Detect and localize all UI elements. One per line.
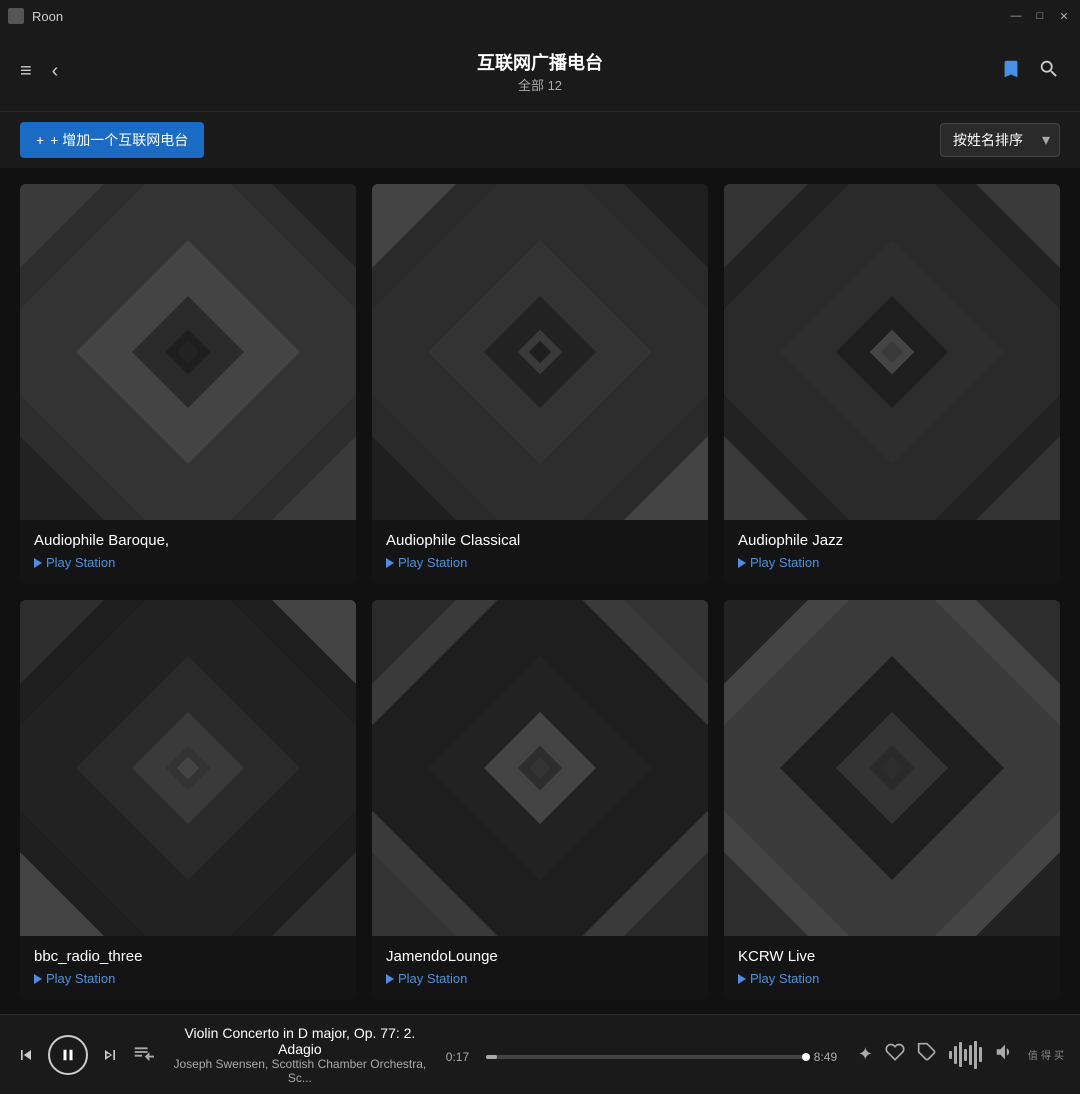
add-station-button[interactable]: + + 增加一个互联网电台: [20, 122, 204, 158]
station-grid-container: Audiophile Baroque, Play Station Audiophi…: [0, 168, 1080, 1014]
station-card[interactable]: Audiophile Baroque, Play Station: [20, 184, 356, 584]
window-controls: — □ ✕: [1008, 8, 1072, 24]
station-grid: Audiophile Baroque, Play Station Audiophi…: [20, 184, 1060, 1014]
app-name: Roon: [32, 9, 63, 24]
play-triangle-icon: [738, 974, 746, 984]
add-button-label: + 增加一个互联网电台: [50, 130, 188, 150]
back-icon[interactable]: ‹: [52, 60, 59, 83]
play-label: Play Station: [398, 971, 467, 986]
skip-forward-button[interactable]: [100, 1045, 120, 1065]
card-info: KCRW Live Play Station: [724, 936, 1060, 1000]
play-label: Play Station: [398, 555, 467, 570]
maximize-button[interactable]: □: [1032, 8, 1048, 24]
app-icon: [8, 8, 24, 24]
card-title: Audiophile Classical: [386, 532, 694, 549]
waveform-icon: [949, 1040, 982, 1070]
progress-bar[interactable]: [486, 1055, 806, 1059]
progress-fill: [486, 1055, 497, 1059]
progress-thumb: [802, 1053, 810, 1061]
card-artwork: [20, 184, 356, 520]
watermark: 值 得 买: [1028, 1047, 1064, 1062]
playback-controls: [16, 1035, 120, 1075]
play-triangle-icon: [34, 974, 42, 984]
card-title: Audiophile Jazz: [738, 532, 1046, 549]
play-triangle-icon: [34, 558, 42, 568]
play-station-button[interactable]: Play Station: [738, 555, 1046, 570]
card-artwork: [20, 600, 356, 936]
play-station-button[interactable]: Play Station: [34, 971, 342, 986]
card-info: Audiophile Baroque, Play Station: [20, 520, 356, 584]
current-time: 0:17: [446, 1050, 478, 1064]
track-title: Violin Concerto in D major, Op. 77: 2. A…: [166, 1025, 434, 1057]
play-station-button[interactable]: Play Station: [386, 555, 694, 570]
card-title: bbc_radio_three: [34, 948, 342, 965]
station-card[interactable]: Audiophile Classical Play Station: [372, 184, 708, 584]
play-triangle-icon: [738, 558, 746, 568]
card-artwork: [724, 600, 1060, 936]
play-triangle-icon: [386, 974, 394, 984]
page-subtitle: 全部 12: [477, 75, 603, 94]
hamburger-icon[interactable]: ≡: [20, 60, 32, 83]
card-artwork: [372, 184, 708, 520]
header-center: 互联网广播电台 全部 12: [477, 49, 603, 94]
title-bar: Roon — □ ✕: [0, 0, 1080, 32]
volume-icon[interactable]: [994, 1041, 1016, 1068]
track-info: Violin Concerto in D major, Op. 77: 2. A…: [166, 1025, 434, 1085]
sparkle-icon: ✦: [858, 1044, 873, 1065]
total-time: 8:49: [814, 1050, 846, 1064]
card-info: JamendoLounge Play Station: [372, 936, 708, 1000]
play-label: Play Station: [750, 555, 819, 570]
card-artwork: [724, 184, 1060, 520]
station-card[interactable]: KCRW Live Play Station: [724, 600, 1060, 1000]
header: ≡ ‹ 互联网广播电台 全部 12: [0, 32, 1080, 112]
search-icon[interactable]: [1038, 58, 1060, 86]
card-title: JamendoLounge: [386, 948, 694, 965]
tag-icon[interactable]: [917, 1042, 937, 1067]
station-card[interactable]: JamendoLounge Play Station: [372, 600, 708, 1000]
heart-icon[interactable]: [885, 1042, 905, 1067]
card-title: Audiophile Baroque,: [34, 532, 342, 549]
play-label: Play Station: [46, 555, 115, 570]
right-controls: ✦ 值 得 买: [858, 1040, 1064, 1070]
toolbar: + + 增加一个互联网电台 按姓名排序: [0, 112, 1080, 168]
card-info: bbc_radio_three Play Station: [20, 936, 356, 1000]
station-card[interactable]: bbc_radio_three Play Station: [20, 600, 356, 1000]
play-label: Play Station: [750, 971, 819, 986]
queue-icon[interactable]: [132, 1041, 154, 1068]
page-title: 互联网广播电台: [477, 49, 603, 75]
play-station-button[interactable]: Play Station: [738, 971, 1046, 986]
skip-back-button[interactable]: [16, 1045, 36, 1065]
close-button[interactable]: ✕: [1056, 8, 1072, 24]
minimize-button[interactable]: —: [1008, 8, 1024, 24]
pause-button[interactable]: [48, 1035, 88, 1075]
card-info: Audiophile Jazz Play Station: [724, 520, 1060, 584]
station-card[interactable]: Audiophile Jazz Play Station: [724, 184, 1060, 584]
add-icon: +: [36, 132, 44, 148]
card-artwork: [372, 600, 708, 936]
track-artist: Joseph Swensen, Scottish Chamber Orchest…: [166, 1057, 434, 1085]
play-label: Play Station: [46, 971, 115, 986]
card-title: KCRW Live: [738, 948, 1046, 965]
play-triangle-icon: [386, 558, 394, 568]
play-station-button[interactable]: Play Station: [34, 555, 342, 570]
sort-select[interactable]: 按姓名排序: [940, 123, 1060, 157]
play-station-button[interactable]: Play Station: [386, 971, 694, 986]
bookmark-icon[interactable]: [1000, 58, 1022, 86]
progress-area[interactable]: 0:17 8:49: [446, 1046, 846, 1064]
now-playing-bar: Violin Concerto in D major, Op. 77: 2. A…: [0, 1014, 1080, 1094]
card-info: Audiophile Classical Play Station: [372, 520, 708, 584]
